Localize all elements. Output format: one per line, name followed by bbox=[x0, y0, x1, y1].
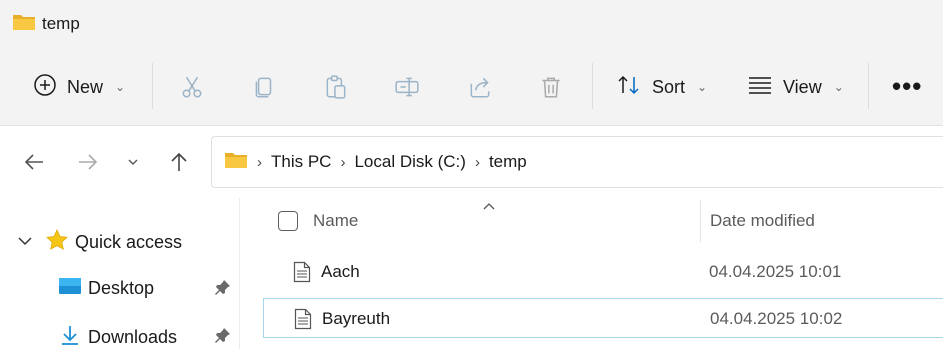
desktop-folder-icon bbox=[58, 276, 82, 301]
arrow-up-icon bbox=[171, 152, 187, 171]
sidebar-item-label: Quick access bbox=[75, 232, 183, 252]
rename-icon bbox=[395, 77, 419, 97]
view-button-label: View bbox=[783, 76, 822, 97]
address-bar[interactable]: › This PC › Local Disk (C:) › temp bbox=[211, 136, 943, 188]
share-icon bbox=[470, 77, 490, 98]
arrow-right-icon bbox=[79, 154, 98, 170]
file-date-modified: 04.04.2025 10:01 bbox=[709, 262, 842, 281]
up-button[interactable] bbox=[165, 148, 193, 176]
sort-ascending-icon bbox=[482, 198, 496, 216]
breadcrumb-local-disk[interactable]: Local Disk (C:) bbox=[354, 152, 465, 172]
paste-button[interactable] bbox=[321, 72, 351, 102]
sort-button-label: Sort bbox=[652, 76, 686, 97]
sidebar-item-downloads[interactable]: Downloads bbox=[60, 324, 177, 351]
copy-button[interactable] bbox=[249, 72, 279, 102]
pin-icon[interactable] bbox=[214, 326, 232, 349]
file-name: Aach bbox=[321, 262, 360, 281]
title-and-command-bar: temp New ⌄ Sort ⌄ View ⌄ ••• bbox=[0, 0, 943, 126]
view-list-icon bbox=[747, 74, 773, 101]
pane-divider[interactable] bbox=[239, 198, 240, 349]
cut-button[interactable] bbox=[177, 72, 207, 102]
file-date-modified: 04.04.2025 10:02 bbox=[710, 309, 843, 328]
plus-circle-icon bbox=[33, 73, 57, 102]
chevron-right-icon: › bbox=[340, 153, 346, 171]
chevron-right-icon: › bbox=[474, 153, 480, 171]
folder-icon bbox=[224, 150, 248, 175]
download-icon bbox=[60, 324, 80, 351]
share-button[interactable] bbox=[465, 72, 495, 102]
window-title: temp bbox=[12, 12, 80, 36]
sort-icon bbox=[616, 73, 642, 102]
paste-icon bbox=[326, 75, 346, 99]
file-row[interactable]: Aach 04.04.2025 10:01 bbox=[263, 252, 943, 292]
file-list: Name Date modified Aach 04.04.2025 10:01… bbox=[241, 198, 943, 349]
column-header-row: Name Date modified bbox=[241, 198, 943, 244]
select-all-checkbox[interactable] bbox=[278, 211, 298, 231]
chevron-down-icon bbox=[17, 232, 33, 253]
rename-button[interactable] bbox=[392, 72, 422, 102]
command-bar: New ⌄ Sort ⌄ View ⌄ ••• bbox=[0, 60, 943, 114]
sort-button[interactable]: Sort ⌄ bbox=[616, 60, 707, 114]
column-divider[interactable] bbox=[700, 200, 701, 242]
chevron-down-icon: ⌄ bbox=[697, 80, 708, 94]
folder-icon bbox=[12, 12, 36, 37]
navigation-bar: › This PC › Local Disk (C:) › temp bbox=[0, 126, 943, 198]
back-button[interactable] bbox=[20, 148, 48, 176]
toolbar-divider bbox=[868, 63, 869, 109]
sidebar-item-label: Desktop bbox=[88, 278, 155, 298]
breadcrumb-this-pc[interactable]: This PC bbox=[271, 152, 331, 172]
file-row-selected[interactable]: Bayreuth 04.04.2025 10:02 bbox=[263, 298, 943, 338]
column-header-date-modified[interactable]: Date modified bbox=[710, 211, 815, 231]
toolbar-divider bbox=[152, 63, 153, 109]
more-options-button[interactable]: ••• bbox=[892, 73, 922, 99]
text-file-icon bbox=[294, 308, 312, 335]
chevron-down-icon: ⌄ bbox=[115, 80, 126, 94]
file-name: Bayreuth bbox=[322, 309, 391, 328]
star-icon bbox=[45, 228, 69, 257]
navigation-pane: Quick access Desktop Downloads bbox=[0, 198, 240, 349]
copy-icon bbox=[255, 77, 272, 98]
sidebar-item-quick-access[interactable]: Quick access bbox=[17, 228, 182, 257]
breadcrumb-temp[interactable]: temp bbox=[489, 152, 527, 172]
trash-icon bbox=[542, 77, 560, 98]
delete-button[interactable] bbox=[536, 72, 566, 102]
arrow-left-icon bbox=[24, 154, 43, 170]
scissors-icon bbox=[182, 76, 202, 98]
new-button[interactable]: New ⌄ bbox=[33, 60, 125, 114]
forward-button[interactable] bbox=[74, 148, 102, 176]
window-title-text: temp bbox=[42, 14, 80, 33]
breadcrumb: › This PC › Local Disk (C:) › temp bbox=[212, 150, 527, 175]
chevron-down-icon: ⌄ bbox=[833, 80, 844, 94]
chevron-down-icon bbox=[128, 159, 138, 165]
new-button-label: New bbox=[67, 76, 104, 97]
pin-icon[interactable] bbox=[214, 278, 232, 301]
chevron-right-icon: › bbox=[257, 153, 262, 171]
sidebar-item-desktop[interactable]: Desktop bbox=[58, 276, 154, 301]
text-file-icon bbox=[293, 261, 311, 288]
sidebar-item-label: Downloads bbox=[88, 327, 178, 347]
toolbar-divider bbox=[592, 63, 593, 109]
column-header-name[interactable]: Name bbox=[313, 211, 358, 231]
recent-locations-button[interactable] bbox=[119, 148, 147, 176]
view-button[interactable]: View ⌄ bbox=[747, 60, 844, 114]
